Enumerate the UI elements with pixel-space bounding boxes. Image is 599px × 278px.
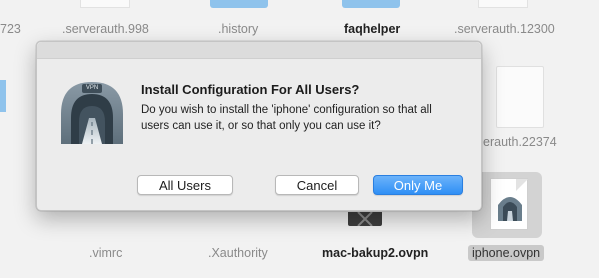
folder-icon[interactable] [342, 0, 400, 8]
vpn-badge-label: VPN [85, 85, 99, 91]
file-label[interactable]: .serverauth.12300 [454, 22, 555, 36]
ovpn-file-icon[interactable] [348, 211, 382, 227]
file-label[interactable]: .history [218, 22, 258, 36]
folder-icon[interactable] [0, 80, 6, 112]
file-label[interactable]: .Xauthority [208, 246, 268, 260]
file-label-selected[interactable]: iphone.ovpn [468, 245, 545, 261]
only-me-button[interactable]: Only Me [373, 175, 463, 195]
file-label[interactable]: .vimrc [89, 246, 122, 260]
file-label[interactable]: faqhelper [344, 22, 400, 36]
document-icon[interactable] [496, 66, 544, 128]
dialog-title: Install Configuration For All Users? [141, 82, 360, 97]
file-label[interactable]: 723 [0, 22, 21, 36]
install-configuration-dialog: VPN Install Configuration For All Users?… [36, 41, 482, 211]
file-label[interactable]: mac-bakup2.ovpn [322, 246, 428, 260]
document-icon[interactable] [80, 0, 130, 8]
dialog-title-bar [37, 42, 481, 59]
vpn-tunnel-icon: VPN [57, 78, 127, 148]
all-users-button[interactable]: All Users [137, 175, 233, 195]
file-label[interactable]: erauth.22374 [483, 135, 557, 149]
cancel-button[interactable]: Cancel [275, 175, 359, 195]
x-mark-icon [357, 211, 373, 227]
dialog-message: Do you wish to install the 'iphone' conf… [141, 104, 432, 132]
document-icon[interactable] [478, 0, 528, 8]
page-fold [516, 179, 528, 191]
file-label[interactable]: .serverauth.998 [62, 22, 149, 36]
folder-icon[interactable] [210, 0, 268, 8]
